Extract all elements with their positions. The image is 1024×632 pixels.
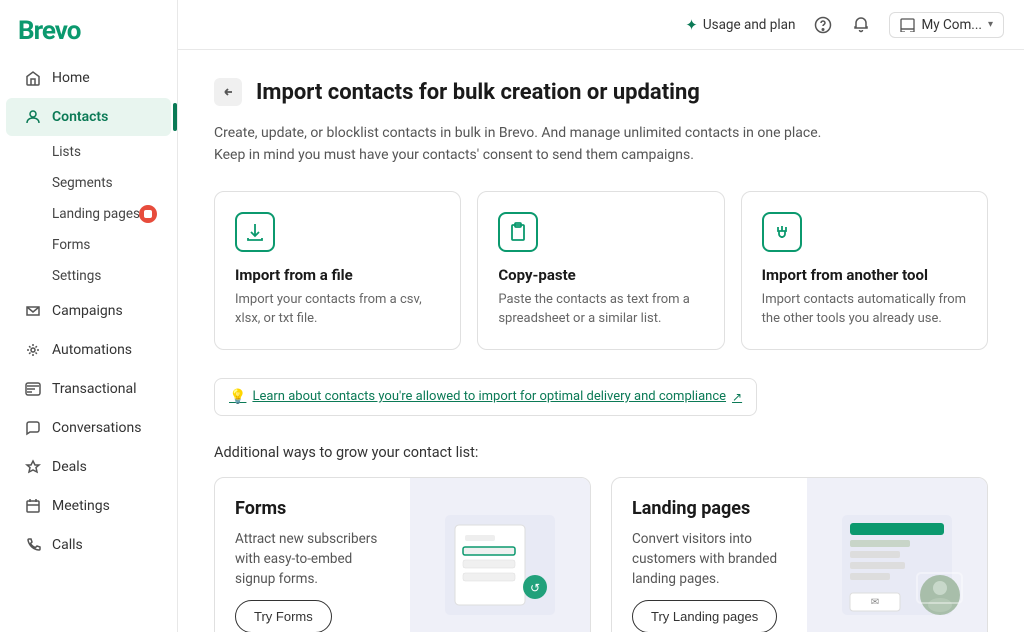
landing-pages-card-image: ✉ (807, 478, 987, 632)
landing-pages-illustration: ✉ (822, 505, 972, 625)
home-icon (24, 69, 42, 87)
learn-icon: 💡 (229, 389, 246, 405)
account-menu-button[interactable]: My Com... ▾ (889, 12, 1004, 38)
meetings-icon (24, 497, 42, 515)
forms-card-title: Forms (235, 498, 390, 519)
file-download-icon (235, 212, 275, 252)
landing-pages-grow-card: Landing pages Convert visitors into cust… (611, 477, 988, 632)
forms-card-image: ↺ (410, 478, 590, 632)
landing-pages-badge (139, 205, 157, 223)
sidebar-item-lists[interactable]: Lists (6, 137, 171, 167)
sidebar-item-calls-label: Calls (52, 537, 83, 553)
sidebar-item-segments[interactable]: Segments (6, 168, 171, 198)
learn-link[interactable]: 💡 Learn about contacts you're allowed to… (214, 378, 757, 416)
sidebar-nav: Home Contacts Lists Segments Landing pag… (0, 58, 177, 632)
content-area: Import contacts for bulk creation or upd… (178, 50, 1024, 632)
clipboard-icon (498, 212, 538, 252)
section-label: Additional ways to grow your contact lis… (214, 444, 988, 461)
sidebar-item-home[interactable]: Home (6, 59, 171, 97)
sidebar-item-transactional-label: Transactional (52, 381, 137, 397)
sidebar-item-calls[interactable]: Calls (6, 526, 171, 564)
back-button[interactable] (214, 78, 242, 106)
import-cards-container: Import from a file Import your contacts … (214, 191, 988, 350)
sidebar-item-landing-pages[interactable]: Landing pages (6, 199, 171, 229)
sidebar-item-settings-label: Settings (52, 268, 101, 284)
sidebar-item-deals[interactable]: Deals (6, 448, 171, 486)
usage-icon: ✦ (685, 16, 698, 34)
additional-section: Additional ways to grow your contact lis… (214, 444, 988, 632)
sidebar-item-conversations[interactable]: Conversations (6, 409, 171, 447)
page-header: Import contacts for bulk creation or upd… (214, 78, 988, 106)
svg-text:✉: ✉ (871, 597, 879, 608)
import-file-desc: Import your contacts from a csv, xlsx, o… (235, 290, 440, 329)
sidebar-item-deals-label: Deals (52, 459, 87, 475)
calls-icon (24, 536, 42, 554)
page-description: Create, update, or blocklist contacts in… (214, 122, 914, 167)
sidebar-item-contacts[interactable]: Contacts (6, 98, 171, 136)
landing-pages-card-content: Landing pages Convert visitors into cust… (612, 478, 807, 632)
sidebar-item-forms[interactable]: Forms (6, 230, 171, 260)
forms-illustration: ↺ (425, 505, 575, 625)
sidebar-item-contacts-label: Contacts (52, 109, 108, 125)
sidebar-item-automations[interactable]: Automations (6, 331, 171, 369)
main-area: ✦ Usage and plan My Com... ▾ (178, 0, 1024, 632)
help-button[interactable] (813, 15, 833, 35)
learn-link-text: Learn about contacts you're allowed to i… (252, 389, 726, 404)
sidebar-item-settings[interactable]: Settings (6, 261, 171, 291)
active-indicator (173, 103, 177, 131)
copy-paste-desc: Paste the contacts as text from a spread… (498, 290, 703, 329)
grow-cards-container: Forms Attract new subscribers with easy-… (214, 477, 988, 632)
sidebar-item-landing-pages-label: Landing pages (52, 206, 140, 222)
forms-card-desc: Attract new subscribers with easy-to-emb… (235, 529, 390, 590)
sidebar-item-segments-label: Segments (52, 175, 113, 191)
sidebar-item-automations-label: Automations (52, 342, 132, 358)
sidebar-item-meetings-label: Meetings (52, 498, 110, 514)
copy-paste-title: Copy-paste (498, 266, 703, 284)
automations-icon (24, 341, 42, 359)
contacts-icon (24, 108, 42, 126)
sidebar-item-lists-label: Lists (52, 144, 81, 160)
plug-icon (762, 212, 802, 252)
sidebar-item-meetings[interactable]: Meetings (6, 487, 171, 525)
transactional-icon (24, 380, 42, 398)
usage-and-plan-button[interactable]: ✦ Usage and plan (685, 16, 795, 34)
account-label: My Com... (921, 17, 982, 33)
landing-pages-card-title: Landing pages (632, 498, 787, 519)
external-link-icon: ↗ (732, 390, 742, 404)
forms-card-content: Forms Attract new subscribers with easy-… (215, 478, 410, 632)
copy-paste-card[interactable]: Copy-paste Paste the contacts as text fr… (477, 191, 724, 350)
landing-pages-card-desc: Convert visitors into customers with bra… (632, 529, 787, 590)
campaigns-icon (24, 302, 42, 320)
sidebar-item-campaigns-label: Campaigns (52, 303, 123, 319)
account-chevron-icon: ▾ (988, 19, 993, 30)
usage-label: Usage and plan (703, 17, 796, 33)
page-title: Import contacts for bulk creation or upd… (256, 80, 700, 105)
import-tool-desc: Import contacts automatically from the o… (762, 290, 967, 329)
try-forms-button[interactable]: Try Forms (235, 600, 332, 632)
sidebar-item-forms-label: Forms (52, 237, 90, 253)
sidebar: Brevo Home Contacts L (0, 0, 178, 632)
topbar: ✦ Usage and plan My Com... ▾ (178, 0, 1024, 50)
sidebar-item-home-label: Home (52, 70, 90, 86)
sidebar-item-campaigns[interactable]: Campaigns (6, 292, 171, 330)
sidebar-item-transactional[interactable]: Transactional (6, 370, 171, 408)
import-file-title: Import from a file (235, 266, 440, 284)
svg-text:↺: ↺ (530, 581, 540, 595)
import-from-file-card[interactable]: Import from a file Import your contacts … (214, 191, 461, 350)
deals-icon (24, 458, 42, 476)
import-another-tool-card[interactable]: Import from another tool Import contacts… (741, 191, 988, 350)
import-tool-title: Import from another tool (762, 266, 967, 284)
conversations-icon (24, 419, 42, 437)
brevo-logo: Brevo (0, 0, 177, 58)
notifications-button[interactable] (851, 15, 871, 35)
try-landing-pages-button[interactable]: Try Landing pages (632, 600, 777, 632)
sidebar-item-conversations-label: Conversations (52, 420, 141, 436)
forms-grow-card: Forms Attract new subscribers with easy-… (214, 477, 591, 632)
